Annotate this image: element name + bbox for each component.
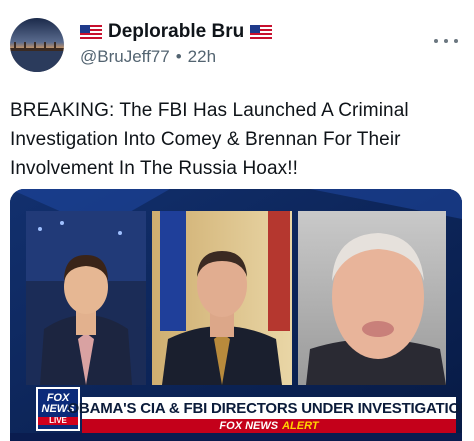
author-name-row[interactable]: Deplorable Bru (80, 20, 273, 44)
us-flag-icon (80, 25, 102, 39)
author-meta: @BruJeff77 • 22h (80, 47, 216, 67)
meta-separator: • (175, 47, 182, 66)
more-horizontal-icon (434, 39, 438, 43)
author-handle[interactable]: @BruJeff77 (80, 47, 170, 67)
logo-live-badge: LIVE (38, 417, 78, 425)
alert-brand: FOX NEWS (219, 420, 279, 432)
alert-word: ALERT (282, 420, 319, 432)
fox-news-alert-bar: FOX NEWS ALERT (82, 419, 456, 433)
post-text: BREAKING: The FBI Has Launched A Crimina… (10, 100, 409, 179)
more-horizontal-icon (454, 39, 458, 43)
more-options-button[interactable] (434, 32, 458, 50)
post[interactable]: Deplorable Bru @BruJeff77 • 22h BREAKING… (0, 0, 474, 441)
bottom-strip (10, 433, 462, 441)
more-horizontal-icon (444, 39, 448, 43)
avatar-image (10, 18, 64, 72)
post-timestamp[interactable]: 22h (188, 47, 216, 67)
us-flag-icon (250, 25, 273, 39)
news-chyron: OBAMA'S CIA & FBI DIRECTORS UNDER INVEST… (67, 397, 462, 419)
avatar[interactable] (10, 18, 64, 72)
author-display-name[interactable]: Deplorable Bru (108, 21, 244, 43)
post-media[interactable]: FOX NEWS LIVE OBAMA'S CIA & FBI DIRECTOR… (10, 189, 462, 441)
